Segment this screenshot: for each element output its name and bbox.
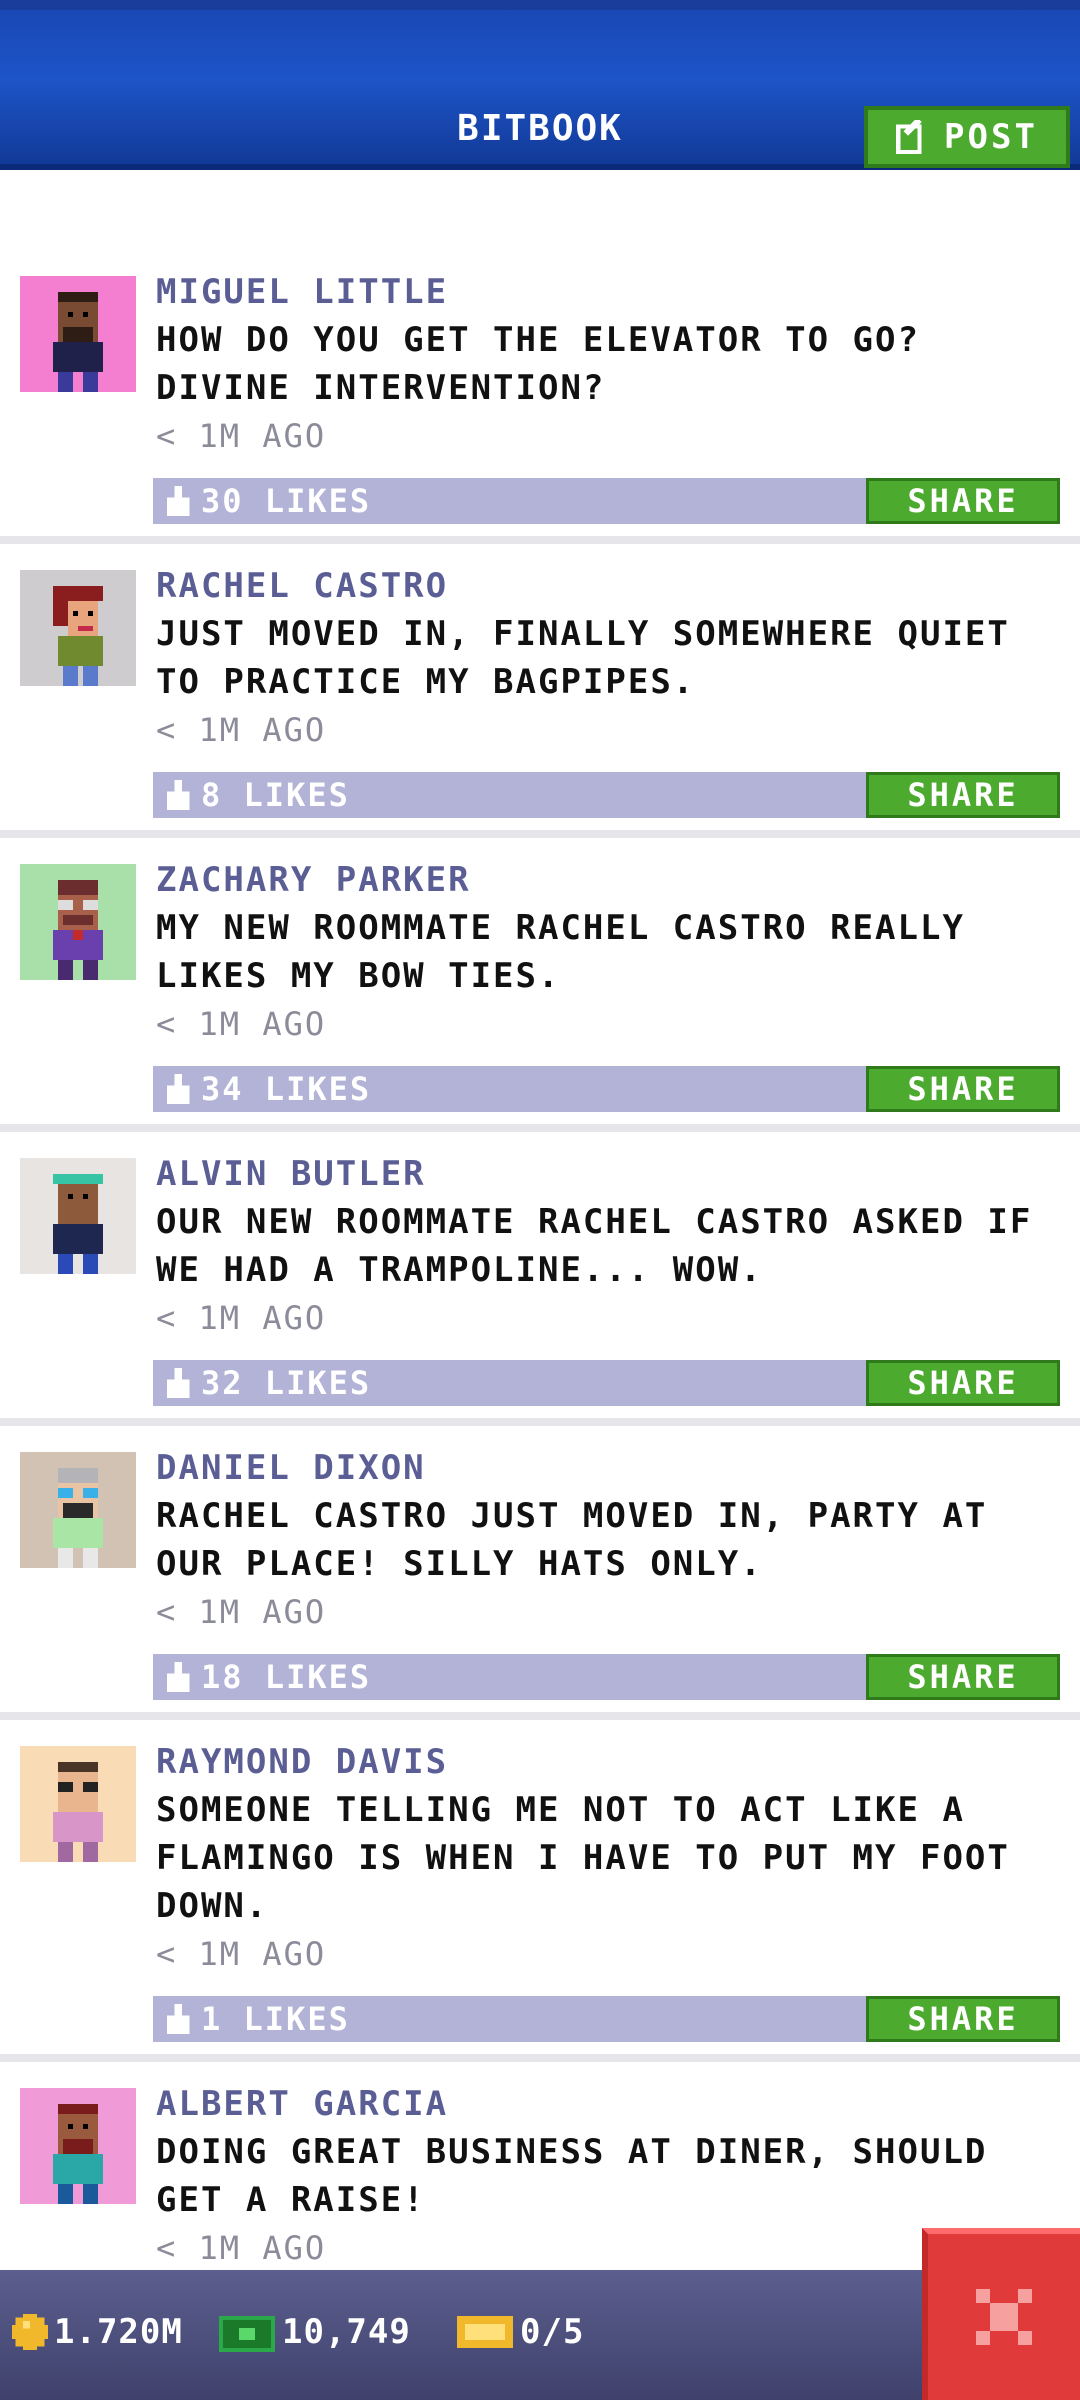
- avatar: [20, 276, 136, 392]
- post-time: < 1M AGO: [156, 1299, 327, 1337]
- post-author: ALBERT GARCIA: [156, 2084, 449, 2124]
- thumbs-up-icon: [166, 1368, 190, 1398]
- post-author: ZACHARY PARKER: [156, 860, 471, 900]
- likes-count: 34 LIKES: [201, 1070, 372, 1108]
- likes-bar: 1 LIKES SHARE: [153, 1996, 1060, 2042]
- avatar: [20, 1158, 136, 1274]
- thumbs-up-icon: [166, 2004, 190, 2034]
- thumbs-up-icon: [166, 780, 190, 810]
- likes-bar: 8 LIKES SHARE: [153, 772, 1060, 818]
- feed-list: MIGUEL LITTLE HOW DO YOU GET THE ELEVATO…: [0, 250, 1080, 2302]
- post-message: JUST MOVED IN, FINALLY SOMEWHERE QUIET T…: [156, 614, 1010, 702]
- avatar: [20, 1452, 136, 1568]
- post-message: RACHEL CASTRO JUST MOVED IN, PARTY AT OU…: [156, 1496, 988, 1584]
- share-button[interactable]: SHARE: [866, 1066, 1060, 1112]
- thumbs-up-icon: [166, 1662, 190, 1692]
- post-message: OUR NEW ROOMMATE RACHEL CASTRO ASKED IF …: [156, 1202, 1033, 1290]
- coins-stat: 1.720M: [12, 2312, 183, 2352]
- post-message: SOMEONE TELLING ME NOT TO ACT LIKE A FLA…: [156, 1790, 1010, 1926]
- coins-value: 1.720M: [54, 2312, 183, 2352]
- bux-cash-icon: [219, 2316, 275, 2352]
- likes-count: 1 LIKES: [201, 2000, 350, 2038]
- feed-post: MIGUEL LITTLE HOW DO YOU GET THE ELEVATO…: [0, 250, 1080, 544]
- post-time: < 1M AGO: [156, 711, 327, 749]
- likes-count: 30 LIKES: [201, 482, 372, 520]
- post-button[interactable]: POST: [864, 106, 1070, 168]
- close-button[interactable]: [922, 2228, 1080, 2400]
- likes-count: 32 LIKES: [201, 1364, 372, 1402]
- post-author: ALVIN BUTLER: [156, 1154, 426, 1194]
- post-message: HOW DO YOU GET THE ELEVATOR TO GO? DIVIN…: [156, 320, 920, 408]
- feed-post: ALVIN BUTLER OUR NEW ROOMMATE RACHEL CAS…: [0, 1132, 1080, 1426]
- post-author: RACHEL CASTRO: [156, 566, 449, 606]
- avatar: [20, 2088, 136, 2204]
- likes-bar: 18 LIKES SHARE: [153, 1654, 1060, 1700]
- feed-post: ALBERT GARCIA DOING GREAT BUSINESS AT DI…: [0, 2062, 1080, 2302]
- post-content: DANIEL DIXON RACHEL CASTRO JUST MOVED IN…: [156, 1444, 1060, 1636]
- post-button-label: POST: [944, 117, 1038, 157]
- post-content: RACHEL CASTRO JUST MOVED IN, FINALLY SOM…: [156, 562, 1060, 754]
- feed-post: RAYMOND DAVIS SOMEONE TELLING ME NOT TO …: [0, 1720, 1080, 2062]
- likes-count: 8 LIKES: [201, 776, 350, 814]
- share-button[interactable]: SHARE: [866, 1996, 1060, 2042]
- post-content: ZACHARY PARKER MY NEW ROOMMATE RACHEL CA…: [156, 856, 1060, 1048]
- bux-value: 10,749: [282, 2312, 411, 2352]
- resource-bar: 1.720M 10,749 0/5: [0, 2270, 1080, 2400]
- post-time: < 1M AGO: [156, 417, 327, 455]
- likes-bar: 34 LIKES SHARE: [153, 1066, 1060, 1112]
- ticket-icon: [457, 2316, 513, 2348]
- likes-bar: 32 LIKES SHARE: [153, 1360, 1060, 1406]
- post-message: MY NEW ROOMMATE RACHEL CASTRO REALLY LIK…: [156, 908, 965, 996]
- feed-post: ZACHARY PARKER MY NEW ROOMMATE RACHEL CA…: [0, 838, 1080, 1132]
- edit-icon: [896, 120, 922, 154]
- share-button[interactable]: SHARE: [866, 772, 1060, 818]
- app-header: BITBOOK POST: [0, 0, 1080, 170]
- feed-post: RACHEL CASTRO JUST MOVED IN, FINALLY SOM…: [0, 544, 1080, 838]
- thumbs-up-icon: [166, 486, 190, 516]
- coin-icon: [12, 2314, 48, 2350]
- post-time: < 1M AGO: [156, 1593, 327, 1631]
- avatar: [20, 864, 136, 980]
- share-button[interactable]: SHARE: [866, 1360, 1060, 1406]
- post-message: DOING GREAT BUSINESS AT DINER, SHOULD GE…: [156, 2132, 988, 2220]
- post-content: MIGUEL LITTLE HOW DO YOU GET THE ELEVATO…: [156, 268, 1060, 460]
- avatar: [20, 1746, 136, 1862]
- thumbs-up-icon: [166, 1074, 190, 1104]
- feed-post: DANIEL DIXON RACHEL CASTRO JUST MOVED IN…: [0, 1426, 1080, 1720]
- post-content: ALVIN BUTLER OUR NEW ROOMMATE RACHEL CAS…: [156, 1150, 1060, 1342]
- likes-bar: 30 LIKES SHARE: [153, 478, 1060, 524]
- post-time: < 1M AGO: [156, 1005, 327, 1043]
- close-icon: [976, 2289, 1032, 2345]
- share-button[interactable]: SHARE: [866, 478, 1060, 524]
- bux-stat: 10,749: [218, 2312, 411, 2352]
- post-author: RAYMOND DAVIS: [156, 1742, 449, 1782]
- post-author: MIGUEL LITTLE: [156, 272, 449, 312]
- post-content: RAYMOND DAVIS SOMEONE TELLING ME NOT TO …: [156, 1738, 1060, 1978]
- tickets-stat: 0/5: [456, 2312, 584, 2352]
- post-author: DANIEL DIXON: [156, 1448, 426, 1488]
- likes-count: 18 LIKES: [201, 1658, 372, 1696]
- post-time: < 1M AGO: [156, 1935, 327, 1973]
- share-button[interactable]: SHARE: [866, 1654, 1060, 1700]
- tickets-value: 0/5: [520, 2312, 585, 2352]
- avatar: [20, 570, 136, 686]
